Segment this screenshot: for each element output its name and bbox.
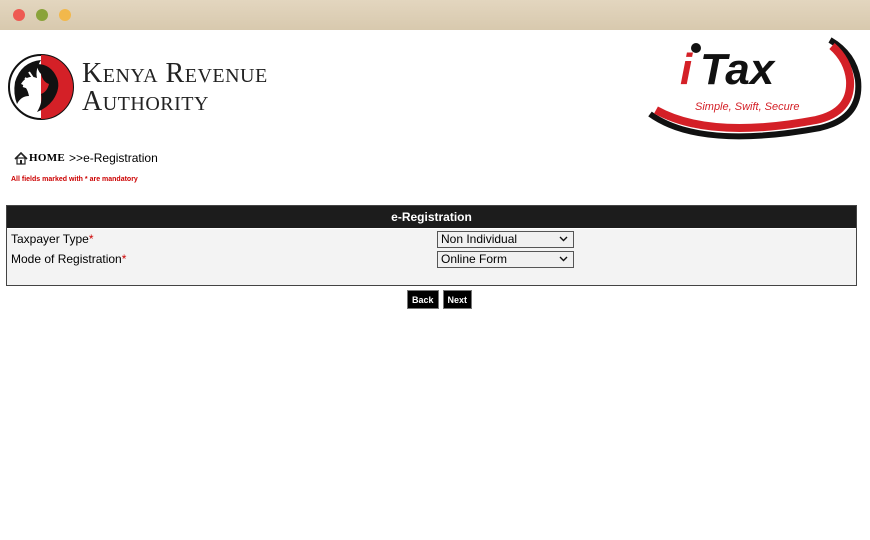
home-icon <box>14 151 28 165</box>
itax-tagline: Simple, Swift, Secure <box>695 101 800 113</box>
mode-of-registration-row: Mode of Registration* Online Form <box>7 249 856 269</box>
itax-logo: i Tax Simple, Swift, Secure <box>648 37 862 140</box>
panel-title: e-Registration <box>7 206 856 229</box>
itax-i-letter: i <box>680 45 693 94</box>
itax-brand-text: Tax <box>700 45 776 94</box>
kra-name-line1: Kenya Revenue <box>82 58 268 89</box>
itax-lion-dot-icon <box>691 43 701 53</box>
home-label: HOME <box>29 152 66 164</box>
form-actions: Back Next <box>407 290 473 309</box>
kra-wordmark: Kenya Revenue Authority <box>82 58 268 117</box>
mode-of-registration-label-text: Mode of Registration <box>11 252 122 266</box>
next-button[interactable]: Next <box>442 290 473 309</box>
mode-of-registration-value: Online Form <box>441 252 508 266</box>
window-titlebar <box>0 0 870 30</box>
kra-name-line2: Authority <box>82 86 209 117</box>
breadcrumb: HOME >>e-Registration <box>14 151 158 165</box>
taxpayer-type-select[interactable]: Non Individual <box>437 231 574 248</box>
back-button[interactable]: Back <box>407 290 439 309</box>
minimize-window-button[interactable] <box>36 9 48 21</box>
zoom-window-button[interactable] <box>59 9 71 21</box>
required-mark: * <box>88 232 94 246</box>
home-link[interactable]: HOME <box>14 151 66 165</box>
mode-of-registration-label: Mode of Registration* <box>11 252 126 266</box>
taxpayer-type-row: Taxpayer Type* Non Individual <box>7 229 856 249</box>
taxpayer-type-label: Taxpayer Type* <box>11 232 94 246</box>
breadcrumb-current: >>e-Registration <box>69 151 158 165</box>
e-registration-panel: e-Registration Taxpayer Type* Non Indivi… <box>6 205 857 286</box>
close-window-button[interactable] <box>13 9 25 21</box>
required-mark: * <box>121 252 127 266</box>
mode-of-registration-select[interactable]: Online Form <box>437 251 574 268</box>
chevron-down-icon <box>559 236 568 242</box>
chevron-down-icon <box>559 256 568 262</box>
mandatory-note: All fields marked with * are mandatory <box>11 176 138 183</box>
taxpayer-type-label-text: Taxpayer Type <box>11 232 89 246</box>
taxpayer-type-value: Non Individual <box>441 232 518 246</box>
